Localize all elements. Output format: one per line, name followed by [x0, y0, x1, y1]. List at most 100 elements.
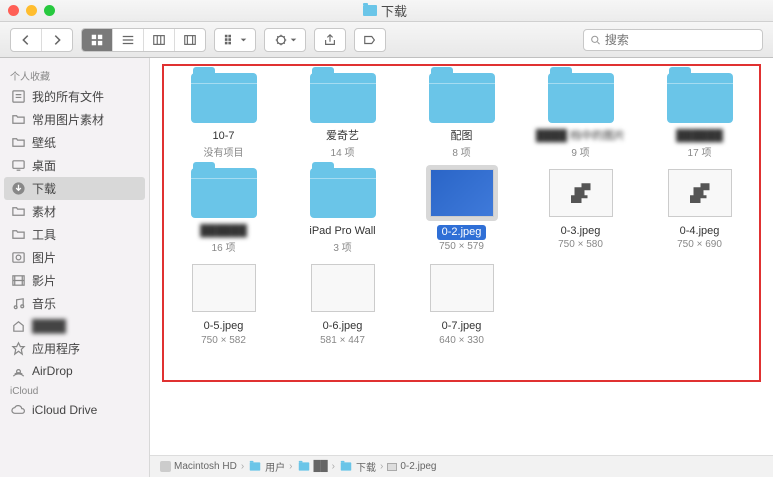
home-icon [10, 318, 26, 334]
file-icon [387, 463, 397, 471]
search-field[interactable] [583, 29, 763, 51]
crumb-label: Macintosh HD [174, 461, 237, 472]
sidebar-item-2[interactable]: 壁纸 [0, 131, 149, 154]
path-crumb[interactable]: 用户 [248, 459, 285, 474]
arrange-button[interactable] [215, 29, 255, 51]
sidebar: 个人收藏 我的所有文件常用图片素材壁纸桌面下载素材工具图片影片音乐 ████ 应用程… [0, 58, 150, 477]
crumb-label: 用户 [265, 459, 285, 474]
sidebar-item-10[interactable]: ████ [0, 315, 149, 337]
image-thumbnail [192, 264, 256, 312]
sidebar-section-icloud: iCloud [0, 382, 149, 399]
image-thumbnail [668, 169, 732, 217]
sidebar-item-label: 桌面 [32, 157, 56, 174]
file-item[interactable]: 10-7没有项目 [166, 70, 281, 159]
folder-icon [191, 73, 257, 123]
file-item[interactable]: iPad Pro Wall3 项 [285, 165, 400, 254]
sidebar-item-icloud-drive[interactable]: iCloud Drive [0, 399, 149, 421]
icon-view-button[interactable] [82, 29, 113, 51]
maximize-button[interactable] [44, 5, 55, 16]
sidebar-item-4[interactable]: 下载 [4, 177, 145, 200]
sidebar-item-label: 壁纸 [32, 134, 56, 151]
sidebar-item-12[interactable]: AirDrop [0, 360, 149, 382]
file-item[interactable]: 0-4.jpeg750 × 690 [642, 165, 757, 254]
crumb-label: 0-2.jpeg [400, 461, 436, 472]
path-crumb[interactable]: Macintosh HD [160, 461, 237, 472]
file-name: 0-7.jpeg [442, 320, 482, 333]
sidebar-item-7[interactable]: 图片 [0, 246, 149, 269]
sidebar-item-3[interactable]: 桌面 [0, 154, 149, 177]
desktop-icon [10, 158, 26, 174]
column-view-button[interactable] [144, 29, 175, 51]
sidebar-item-label: 影片 [32, 272, 56, 289]
arrange-button-group [214, 28, 256, 52]
path-crumb[interactable]: 0-2.jpeg [387, 461, 436, 472]
share-button-group [314, 28, 346, 52]
file-item[interactable]: 0-7.jpeg640 × 330 [404, 260, 519, 345]
folder-icon [429, 73, 495, 123]
sidebar-item-6[interactable]: 工具 [0, 223, 149, 246]
file-sub: 没有项目 [204, 144, 244, 159]
sidebar-item-11[interactable]: 应用程序 [0, 337, 149, 360]
path-bar: Macintosh HD›用户›██›下载›0-2.jpeg [150, 455, 773, 477]
gallery-view-button[interactable] [175, 29, 205, 51]
file-item[interactable]: 爱奇艺14 项 [285, 70, 400, 159]
close-button[interactable] [8, 5, 19, 16]
sidebar-section-favorites: 个人收藏 [0, 64, 149, 85]
image-thumbnail [430, 169, 494, 217]
path-separator: › [380, 461, 383, 472]
list-view-button[interactable] [113, 29, 144, 51]
back-button[interactable] [11, 29, 42, 51]
file-name: 10-7 [212, 130, 234, 143]
path-separator: › [241, 461, 244, 472]
sidebar-item-label: AirDrop [32, 364, 73, 378]
all-files-icon [10, 89, 26, 105]
folder-icon [10, 112, 26, 128]
file-item[interactable]: ██████16 项 [166, 165, 281, 254]
file-sub: 750 × 690 [677, 239, 722, 250]
crumb-label: ██ [314, 461, 328, 472]
file-name: 0-5.jpeg [204, 320, 244, 333]
folder-icon [310, 73, 376, 123]
file-item[interactable]: ████ 档中的图片9 项 [523, 70, 638, 159]
sidebar-item-label: ████ [32, 319, 66, 333]
nav-buttons [10, 28, 73, 52]
downloads-icon [10, 181, 26, 197]
file-item[interactable]: 0-2.jpeg750 × 579 [404, 165, 519, 254]
file-item[interactable]: ██████17 项 [642, 70, 757, 159]
file-name: 0-3.jpeg [561, 225, 601, 238]
crumb-label: 下载 [356, 459, 376, 474]
sidebar-item-5[interactable]: 素材 [0, 200, 149, 223]
sidebar-item-8[interactable]: 影片 [0, 269, 149, 292]
forward-button[interactable] [42, 29, 72, 51]
pictures-icon [10, 250, 26, 266]
minimize-button[interactable] [26, 5, 37, 16]
file-name: 配图 [451, 130, 473, 143]
search-input[interactable] [605, 33, 756, 47]
sidebar-item-9[interactable]: 音乐 [0, 292, 149, 315]
folder-icon [548, 73, 614, 123]
cloud-icon [10, 402, 26, 418]
folder-icon [10, 204, 26, 220]
path-crumb[interactable]: 下载 [339, 459, 376, 474]
folder-icon [10, 227, 26, 243]
file-name: 0-4.jpeg [680, 225, 720, 238]
share-button[interactable] [315, 29, 345, 51]
file-name: ██████ [676, 130, 723, 143]
file-item[interactable]: 配图8 项 [404, 70, 519, 159]
view-buttons [81, 28, 206, 52]
file-sub: 750 × 582 [201, 335, 246, 346]
file-sub: 16 项 [212, 239, 236, 254]
action-button[interactable] [265, 29, 305, 51]
file-item[interactable]: 0-5.jpeg 750 × 582 [166, 260, 281, 345]
file-item[interactable]: 0-6.jpeg581 × 447 [285, 260, 400, 345]
tags-button[interactable] [355, 29, 385, 51]
file-name: ████ 档中的图片 [536, 130, 625, 143]
file-item[interactable]: 0-3.jpeg750 × 580 [523, 165, 638, 254]
folder-icon [250, 462, 261, 470]
image-thumbnail [311, 264, 375, 312]
path-crumb[interactable]: ██ [297, 461, 328, 472]
image-thumbnail [430, 264, 494, 312]
toolbar [0, 22, 773, 58]
sidebar-item-0[interactable]: 我的所有文件 [0, 85, 149, 108]
sidebar-item-1[interactable]: 常用图片素材 [0, 108, 149, 131]
